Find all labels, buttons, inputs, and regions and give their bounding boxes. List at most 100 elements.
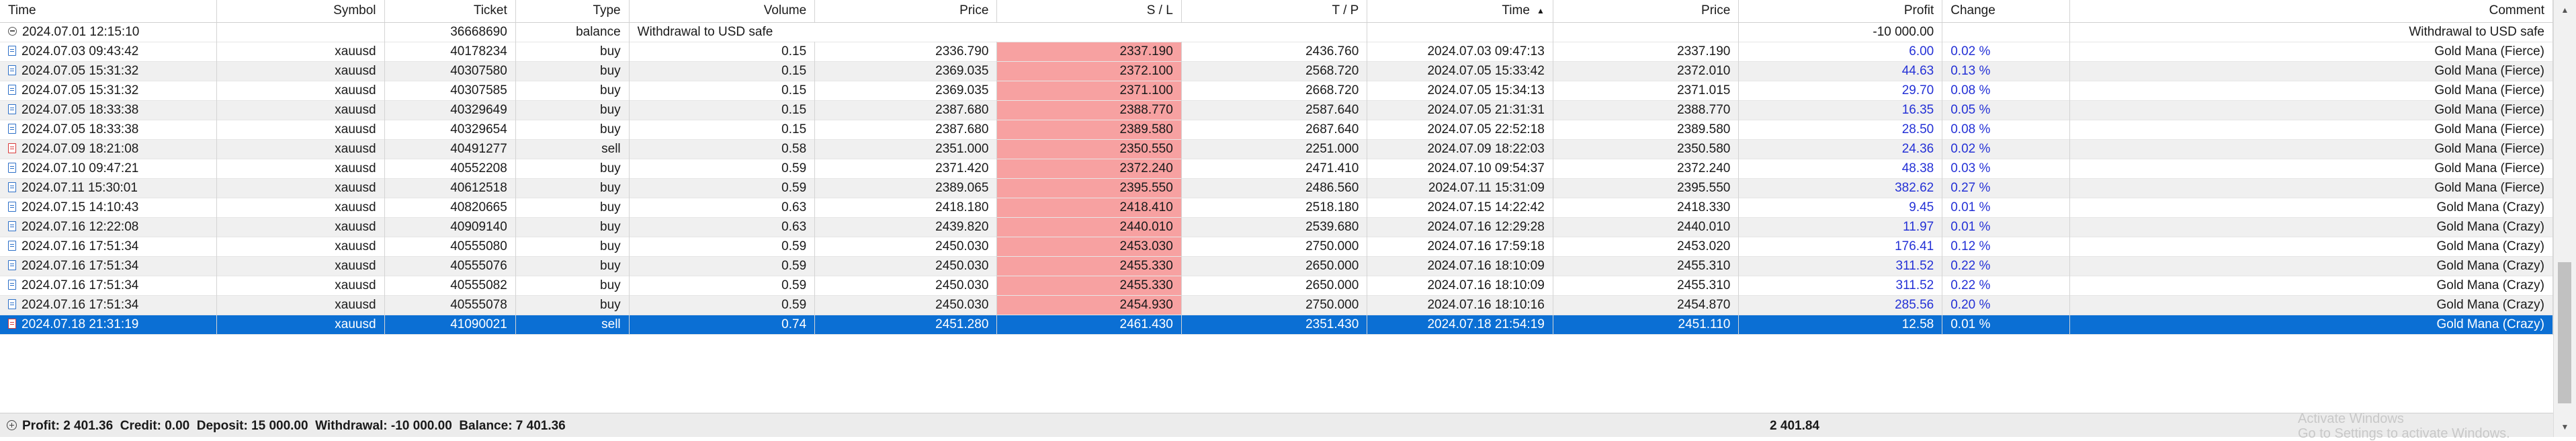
cell-symbol: xauusd xyxy=(216,42,385,61)
cell-symbol: xauusd xyxy=(216,139,385,159)
buy-order-icon xyxy=(8,84,16,95)
cell-comment: Gold Mana (Fierce) xyxy=(2069,178,2553,198)
trade-row[interactable]: 2024.07.09 18:21:08 xauusd 40491277 sell 0.5… xyxy=(0,139,2553,159)
cell-tp: 2587.640 xyxy=(1181,100,1368,120)
col-header-symbol[interactable]: Symbol xyxy=(216,0,385,23)
cell-sl: 2371.100 xyxy=(996,81,1182,100)
cell-price: 2389.065 xyxy=(814,178,998,198)
cell-comment: Gold Mana (Crazy) xyxy=(2069,276,2553,295)
cell-price: 2369.035 xyxy=(814,81,998,100)
trade-row[interactable]: 2024.07.16 17:51:34 xauusd 40555078 buy 0.59… xyxy=(0,295,2553,315)
cell-time: 2024.07.16 17:51:34 xyxy=(0,276,218,295)
scroll-up-arrow-icon[interactable]: ▲ xyxy=(2554,0,2576,20)
cell-type: buy xyxy=(515,81,630,100)
cell-type: buy xyxy=(515,198,630,217)
cell-price: 2336.790 xyxy=(814,42,998,61)
col-header-volume[interactable]: Volume xyxy=(629,0,816,23)
cell-profit: 6.00 xyxy=(1738,42,1943,61)
cell-type: buy xyxy=(515,256,630,276)
cell-type: buy xyxy=(515,295,630,315)
trade-row[interactable]: 2024.07.05 15:31:32 xauusd 40307585 buy 0.15… xyxy=(0,81,2553,100)
scroll-thumb[interactable] xyxy=(2558,262,2571,403)
col-header-ticket[interactable]: Ticket xyxy=(384,0,516,23)
cell-close-time: 2024.07.10 09:54:37 xyxy=(1367,159,1553,178)
trade-row[interactable]: 2024.07.15 14:10:43 xauusd 40820665 buy 0.63… xyxy=(0,198,2553,217)
cell-tp: 2436.760 xyxy=(1181,42,1368,61)
cell-tp: 2750.000 xyxy=(1181,295,1368,315)
cell-time: 2024.07.16 12:22:08 xyxy=(0,217,218,237)
cell-sl: 2395.550 xyxy=(996,178,1182,198)
cell-tp: 2750.000 xyxy=(1181,237,1368,256)
trade-row[interactable]: 2024.07.05 18:33:38 xauusd 40329649 buy 0.15… xyxy=(0,100,2553,120)
col-header-price[interactable]: Price xyxy=(814,0,998,23)
col-header-profit[interactable]: Profit xyxy=(1738,0,1943,23)
scroll-down-arrow-icon[interactable]: ▼ xyxy=(2554,417,2576,437)
cell-volume: 0.59 xyxy=(629,159,816,178)
cell-price: 2387.680 xyxy=(814,100,998,120)
buy-order-icon xyxy=(8,123,16,134)
cell-comment: Withdrawal to USD safe xyxy=(2069,22,2553,42)
trade-row[interactable]: 2024.07.16 17:51:34 xauusd 40555082 buy 0.59… xyxy=(0,276,2553,295)
cell-close-time: 2024.07.09 18:22:03 xyxy=(1367,139,1553,159)
expand-icon[interactable] xyxy=(7,420,17,431)
col-header-close-price[interactable]: Price xyxy=(1553,0,1740,23)
cell-change: 0.03 % xyxy=(1942,159,2071,178)
cell-symbol: xauusd xyxy=(216,61,385,81)
balance-row[interactable]: 2024.07.01 12:15:10 36668690 balance Wit… xyxy=(0,22,2553,42)
collapse-icon[interactable] xyxy=(8,26,17,36)
cell-change: 0.02 % xyxy=(1942,42,2071,61)
cell-symbol xyxy=(216,22,385,42)
sell-order-icon xyxy=(8,143,16,153)
cell-change: 0.01 % xyxy=(1942,315,2071,334)
cell-close-price: 2372.010 xyxy=(1553,61,1740,81)
col-header-close-time[interactable]: Time ▲ xyxy=(1367,0,1553,23)
cell-comment: Gold Mana (Crazy) xyxy=(2069,198,2553,217)
cell-ticket: 40555080 xyxy=(384,237,516,256)
cell-volume: 0.59 xyxy=(629,237,816,256)
cell-type: buy xyxy=(515,120,630,139)
cell-change: 0.05 % xyxy=(1942,100,2071,120)
cell-profit: 285.56 xyxy=(1738,295,1943,315)
trade-row[interactable]: 2024.07.10 09:47:21 xauusd 40552208 buy 0.59… xyxy=(0,159,2553,178)
col-header-time[interactable]: Time xyxy=(0,0,218,23)
trade-row[interactable]: 2024.07.11 15:30:01 xauusd 40612518 buy 0.59… xyxy=(0,178,2553,198)
col-header-change[interactable]: Change xyxy=(1942,0,2071,23)
trade-row[interactable]: 2024.07.05 18:33:38 xauusd 40329654 buy 0.15… xyxy=(0,120,2553,139)
cell-time: 2024.07.16 17:51:34 xyxy=(0,295,218,315)
cell-close-time: 2024.07.15 14:22:42 xyxy=(1367,198,1553,217)
cell-time: 2024.07.03 09:43:42 xyxy=(0,42,218,61)
cell-volume: 0.63 xyxy=(629,217,816,237)
col-header-comment[interactable]: Comment xyxy=(2069,0,2553,23)
cell-tp: 2251.000 xyxy=(1181,139,1368,159)
buy-order-icon xyxy=(8,65,16,75)
cell-change: 0.02 % xyxy=(1942,139,2071,159)
trade-row[interactable]: 2024.07.03 09:43:42 xauusd 40178234 buy 0.15… xyxy=(0,42,2553,61)
cell-change xyxy=(1942,22,2071,42)
col-header-tp[interactable]: T / P xyxy=(1181,0,1368,23)
trade-row[interactable]: 2024.07.16 17:51:34 xauusd 40555080 buy 0.59… xyxy=(0,237,2553,256)
cell-ticket: 40820665 xyxy=(384,198,516,217)
col-header-sl[interactable]: S / L xyxy=(996,0,1182,23)
cell-change: 0.08 % xyxy=(1942,120,2071,139)
cell-time: 2024.07.05 18:33:38 xyxy=(0,100,218,120)
cell-symbol: xauusd xyxy=(216,178,385,198)
cell-change: 0.13 % xyxy=(1942,61,2071,81)
col-header-type[interactable]: Type xyxy=(515,0,630,23)
cell-comment: Gold Mana (Crazy) xyxy=(2069,295,2553,315)
cell-close-price: 2388.770 xyxy=(1553,100,1740,120)
trade-row[interactable]: 2024.07.18 21:31:19 xauusd 41090021 sell 0.7… xyxy=(0,315,2553,334)
cell-profit: 9.45 xyxy=(1738,198,1943,217)
buy-order-icon xyxy=(8,259,16,270)
cell-price: 2371.420 xyxy=(814,159,998,178)
trade-row[interactable]: 2024.07.16 17:51:34 xauusd 40555076 buy 0.59… xyxy=(0,256,2553,276)
cell-volume: 0.15 xyxy=(629,100,816,120)
cell-symbol: xauusd xyxy=(216,159,385,178)
vertical-scrollbar[interactable]: ▲ ▼ xyxy=(2553,0,2576,437)
cell-profit: 48.38 xyxy=(1738,159,1943,178)
trade-row[interactable]: 2024.07.16 12:22:08 xauusd 40909140 buy 0.63… xyxy=(0,217,2553,237)
cell-tp: 2351.430 xyxy=(1181,315,1368,334)
cell-tp: 2668.720 xyxy=(1181,81,1368,100)
cell-type: balance xyxy=(515,22,630,42)
cell-time: 2024.07.16 17:51:34 xyxy=(0,237,218,256)
trade-row[interactable]: 2024.07.05 15:31:32 xauusd 40307580 buy 0.15… xyxy=(0,61,2553,81)
